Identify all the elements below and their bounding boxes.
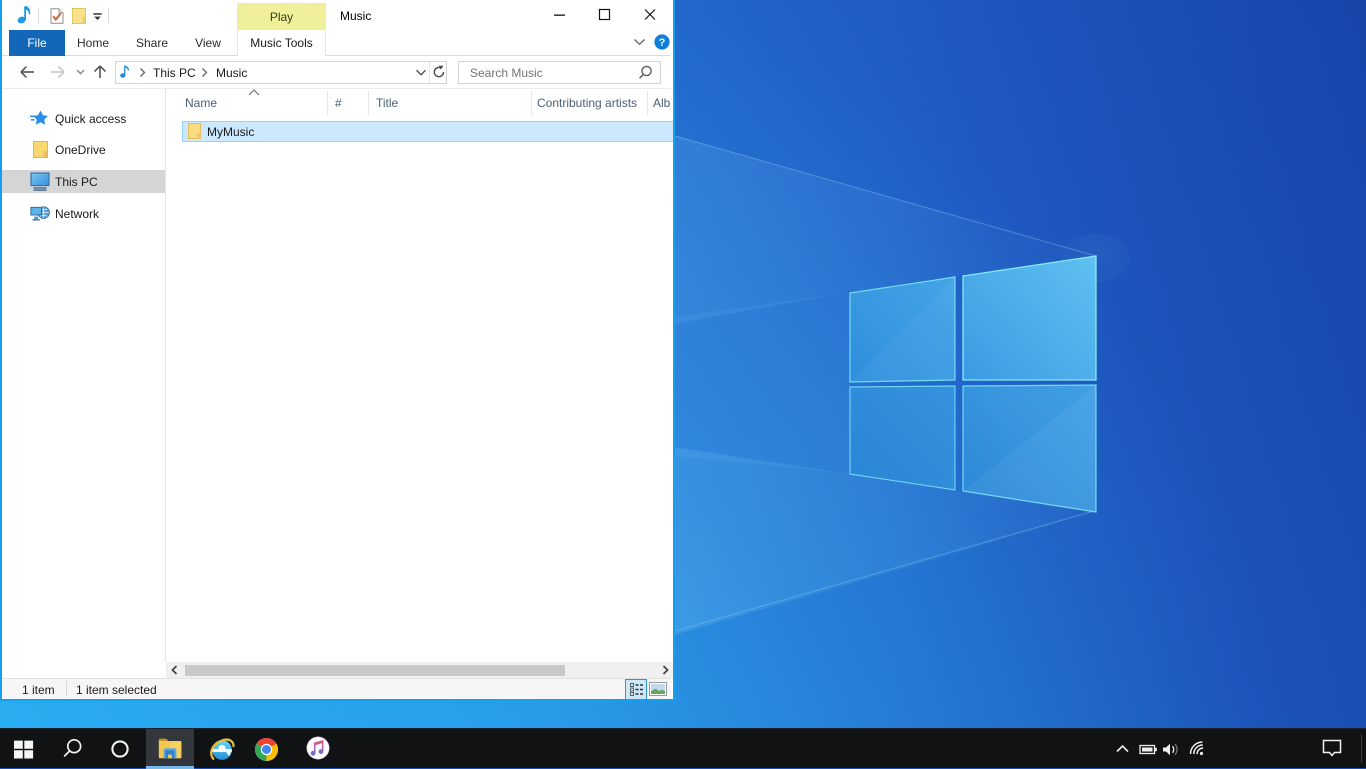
svg-text:?: ? xyxy=(659,37,666,49)
